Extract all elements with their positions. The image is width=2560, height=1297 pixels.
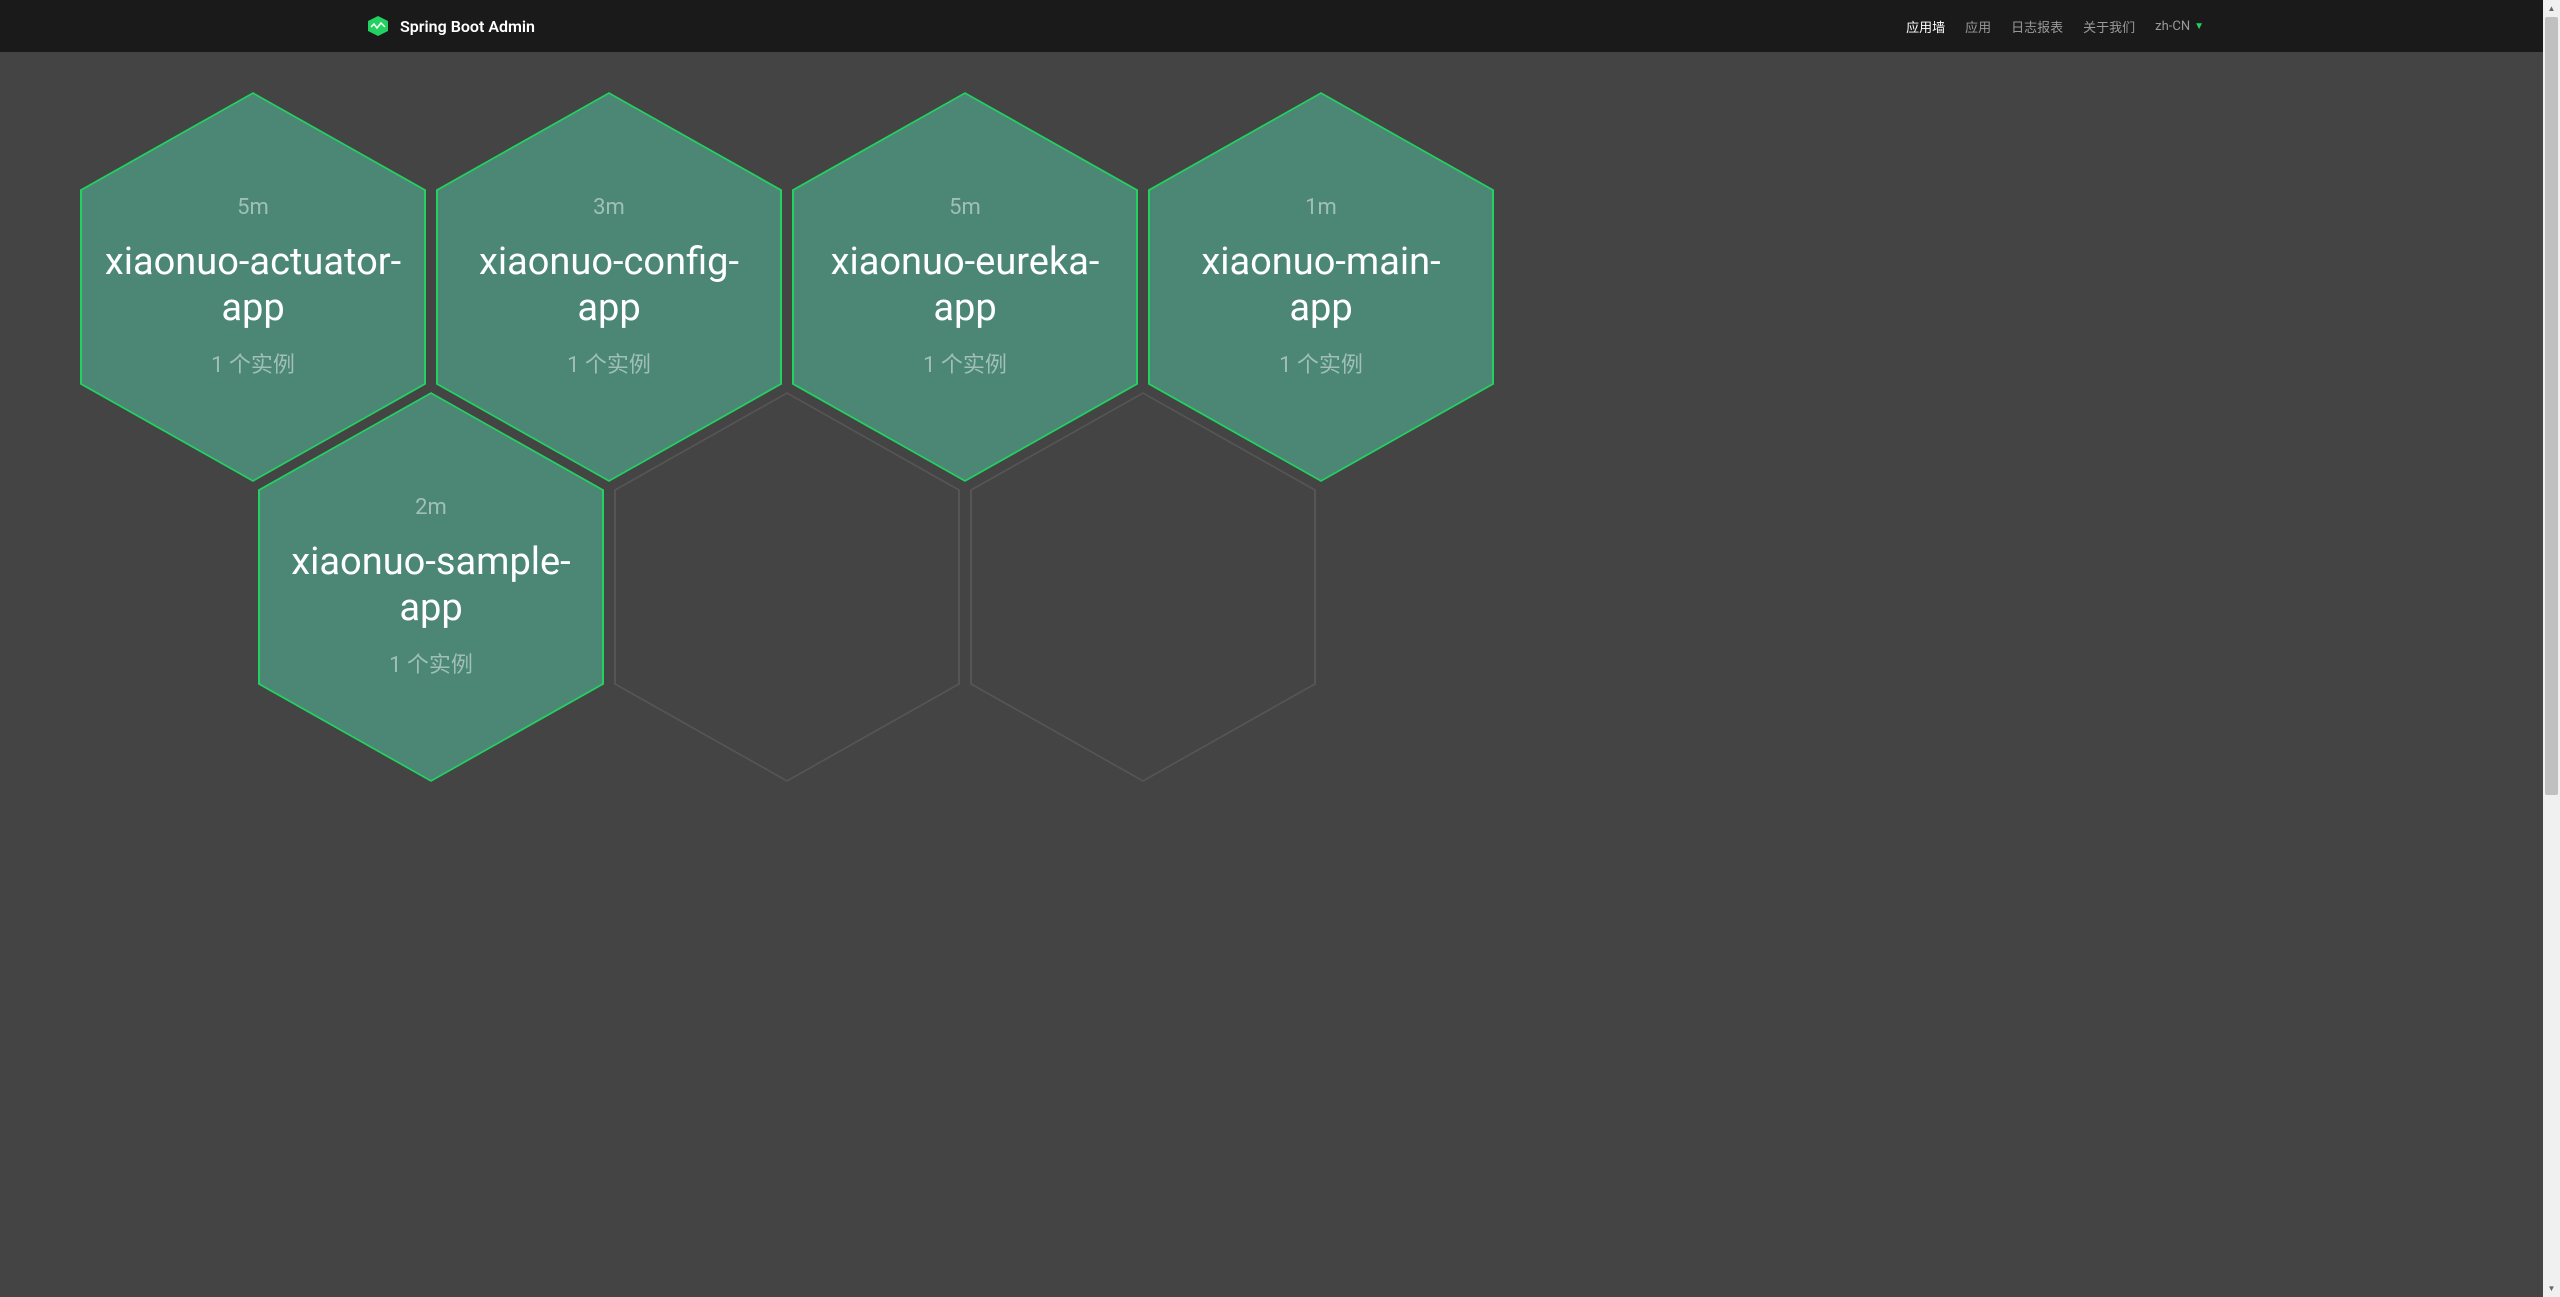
app-uptime: 5m	[949, 195, 981, 220]
navbar-menu: 应用墙 应用 日志报表 关于我们 zh-CN ▼	[1906, 17, 2204, 36]
app-instances: 1 个实例	[923, 347, 1007, 379]
app-name: xiaonuo-sample-app	[280, 540, 582, 631]
app-name: xiaonuo-eureka-app	[814, 240, 1116, 331]
app-uptime: 5m	[237, 195, 269, 220]
nav-wallboard[interactable]: 应用墙	[1906, 17, 1945, 36]
chevron-down-icon: ▼	[2194, 21, 2204, 32]
brand[interactable]: Spring Boot Admin	[366, 14, 535, 38]
nav-journal[interactable]: 日志报表	[2011, 17, 2063, 36]
app-instances: 1 个实例	[567, 347, 651, 379]
app-name: xiaonuo-actuator-app	[102, 240, 404, 331]
app-uptime: 3m	[593, 195, 625, 220]
wallboard: 5m xiaonuo-actuator-app 1 个实例 3m xiaonuo…	[0, 52, 2560, 822]
scroll-up-arrow[interactable]: ▲	[2543, 0, 2560, 17]
app-uptime: 1m	[1305, 195, 1337, 220]
logo-icon	[366, 14, 390, 38]
app-uptime: 2m	[415, 495, 447, 520]
navbar: Spring Boot Admin 应用墙 应用 日志报表 关于我们 zh-CN…	[0, 0, 2560, 52]
app-name: xiaonuo-config-app	[458, 240, 760, 331]
language-label: zh-CN	[2155, 19, 2190, 34]
nav-about[interactable]: 关于我们	[2083, 17, 2135, 36]
empty-hexagon	[614, 392, 960, 782]
brand-title: Spring Boot Admin	[400, 17, 535, 36]
app-instances: 1 个实例	[1279, 347, 1363, 379]
app-instances: 1 个实例	[211, 347, 295, 379]
scroll-down-arrow[interactable]: ▼	[2543, 1280, 2560, 1297]
empty-hexagon	[970, 392, 1316, 782]
app-instances: 1 个实例	[389, 647, 473, 679]
language-selector[interactable]: zh-CN ▼	[2155, 19, 2204, 34]
scrollbar-thumb[interactable]	[2545, 17, 2558, 795]
app-hexagon[interactable]: 2m xiaonuo-sample-app 1 个实例	[258, 392, 604, 782]
app-name: xiaonuo-main-app	[1170, 240, 1472, 331]
nav-applications[interactable]: 应用	[1965, 17, 1991, 36]
vertical-scrollbar[interactable]: ▲ ▼	[2543, 0, 2560, 1297]
